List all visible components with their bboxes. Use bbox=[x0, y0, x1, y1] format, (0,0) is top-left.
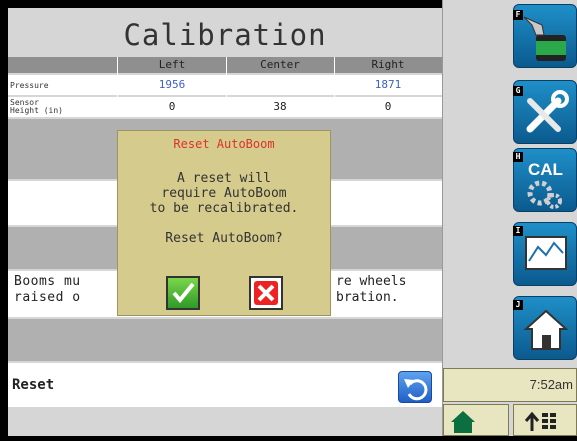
side-letter-i: I bbox=[513, 226, 523, 236]
side-letter-j: J bbox=[513, 300, 523, 310]
chart-monitor-icon bbox=[525, 236, 567, 270]
column-divider bbox=[226, 57, 227, 117]
tools-icon bbox=[526, 90, 569, 133]
dialog-question: Reset AutoBoom? bbox=[165, 231, 283, 246]
booms-note-line2: raised o bbox=[14, 290, 81, 305]
reset-row[interactable] bbox=[8, 363, 442, 407]
calibration-gears-icon bbox=[527, 180, 562, 209]
column-divider bbox=[117, 57, 118, 117]
side-letter-f: F bbox=[513, 10, 523, 20]
booms-note-line1-end: re wheels bbox=[336, 274, 407, 289]
booms-note-line2-end: bration. bbox=[336, 290, 399, 305]
side-letter-g: G bbox=[513, 86, 523, 96]
checkmark-icon bbox=[172, 282, 195, 304]
column-header-right: Right bbox=[371, 58, 405, 71]
empty-band bbox=[8, 319, 442, 361]
dialog-text-line1: A reset will bbox=[177, 171, 271, 186]
home-bottom-button[interactable] bbox=[443, 404, 509, 436]
row-label-pressure: Pressure bbox=[10, 81, 49, 90]
column-divider bbox=[334, 57, 335, 117]
dialog-text-line3: to be recalibrated. bbox=[149, 201, 299, 216]
column-header-center: Center bbox=[260, 58, 300, 71]
row-label-sensor-line2: Height (in) bbox=[10, 106, 63, 115]
tank-fill-icon bbox=[523, 16, 566, 61]
undo-icon bbox=[404, 379, 428, 401]
side-letter-h: H bbox=[513, 152, 523, 162]
reset-label: Reset bbox=[12, 377, 55, 393]
column-header-left: Left bbox=[158, 58, 186, 71]
sensor-center-value: 38 bbox=[273, 100, 287, 113]
dialog-title: Reset AutoBoom bbox=[173, 137, 275, 151]
undo-button[interactable] bbox=[398, 371, 432, 403]
arrow-grid-icon bbox=[524, 411, 556, 431]
confirm-button[interactable] bbox=[166, 276, 200, 310]
close-icon bbox=[254, 281, 278, 305]
pressure-right-value: 1871 bbox=[374, 78, 402, 91]
sensor-left-value: 0 bbox=[168, 100, 176, 113]
dialog-text-line2: require AutoBoom bbox=[161, 186, 287, 201]
home-icon bbox=[523, 309, 569, 350]
reset-autoboom-dialog bbox=[117, 130, 331, 316]
home-icon bbox=[451, 411, 475, 433]
cancel-button[interactable] bbox=[249, 276, 283, 310]
sensor-right-value: 0 bbox=[384, 100, 392, 113]
page-title: Calibration bbox=[8, 9, 442, 57]
layout-bottom-button[interactable] bbox=[513, 404, 577, 436]
cal-icon-text: CAL bbox=[528, 160, 563, 179]
clock: 7:52am bbox=[443, 368, 577, 402]
pressure-center-value bbox=[226, 75, 334, 95]
pressure-left-value: 1956 bbox=[158, 78, 186, 91]
booms-note-line1: Booms mu bbox=[14, 274, 81, 289]
